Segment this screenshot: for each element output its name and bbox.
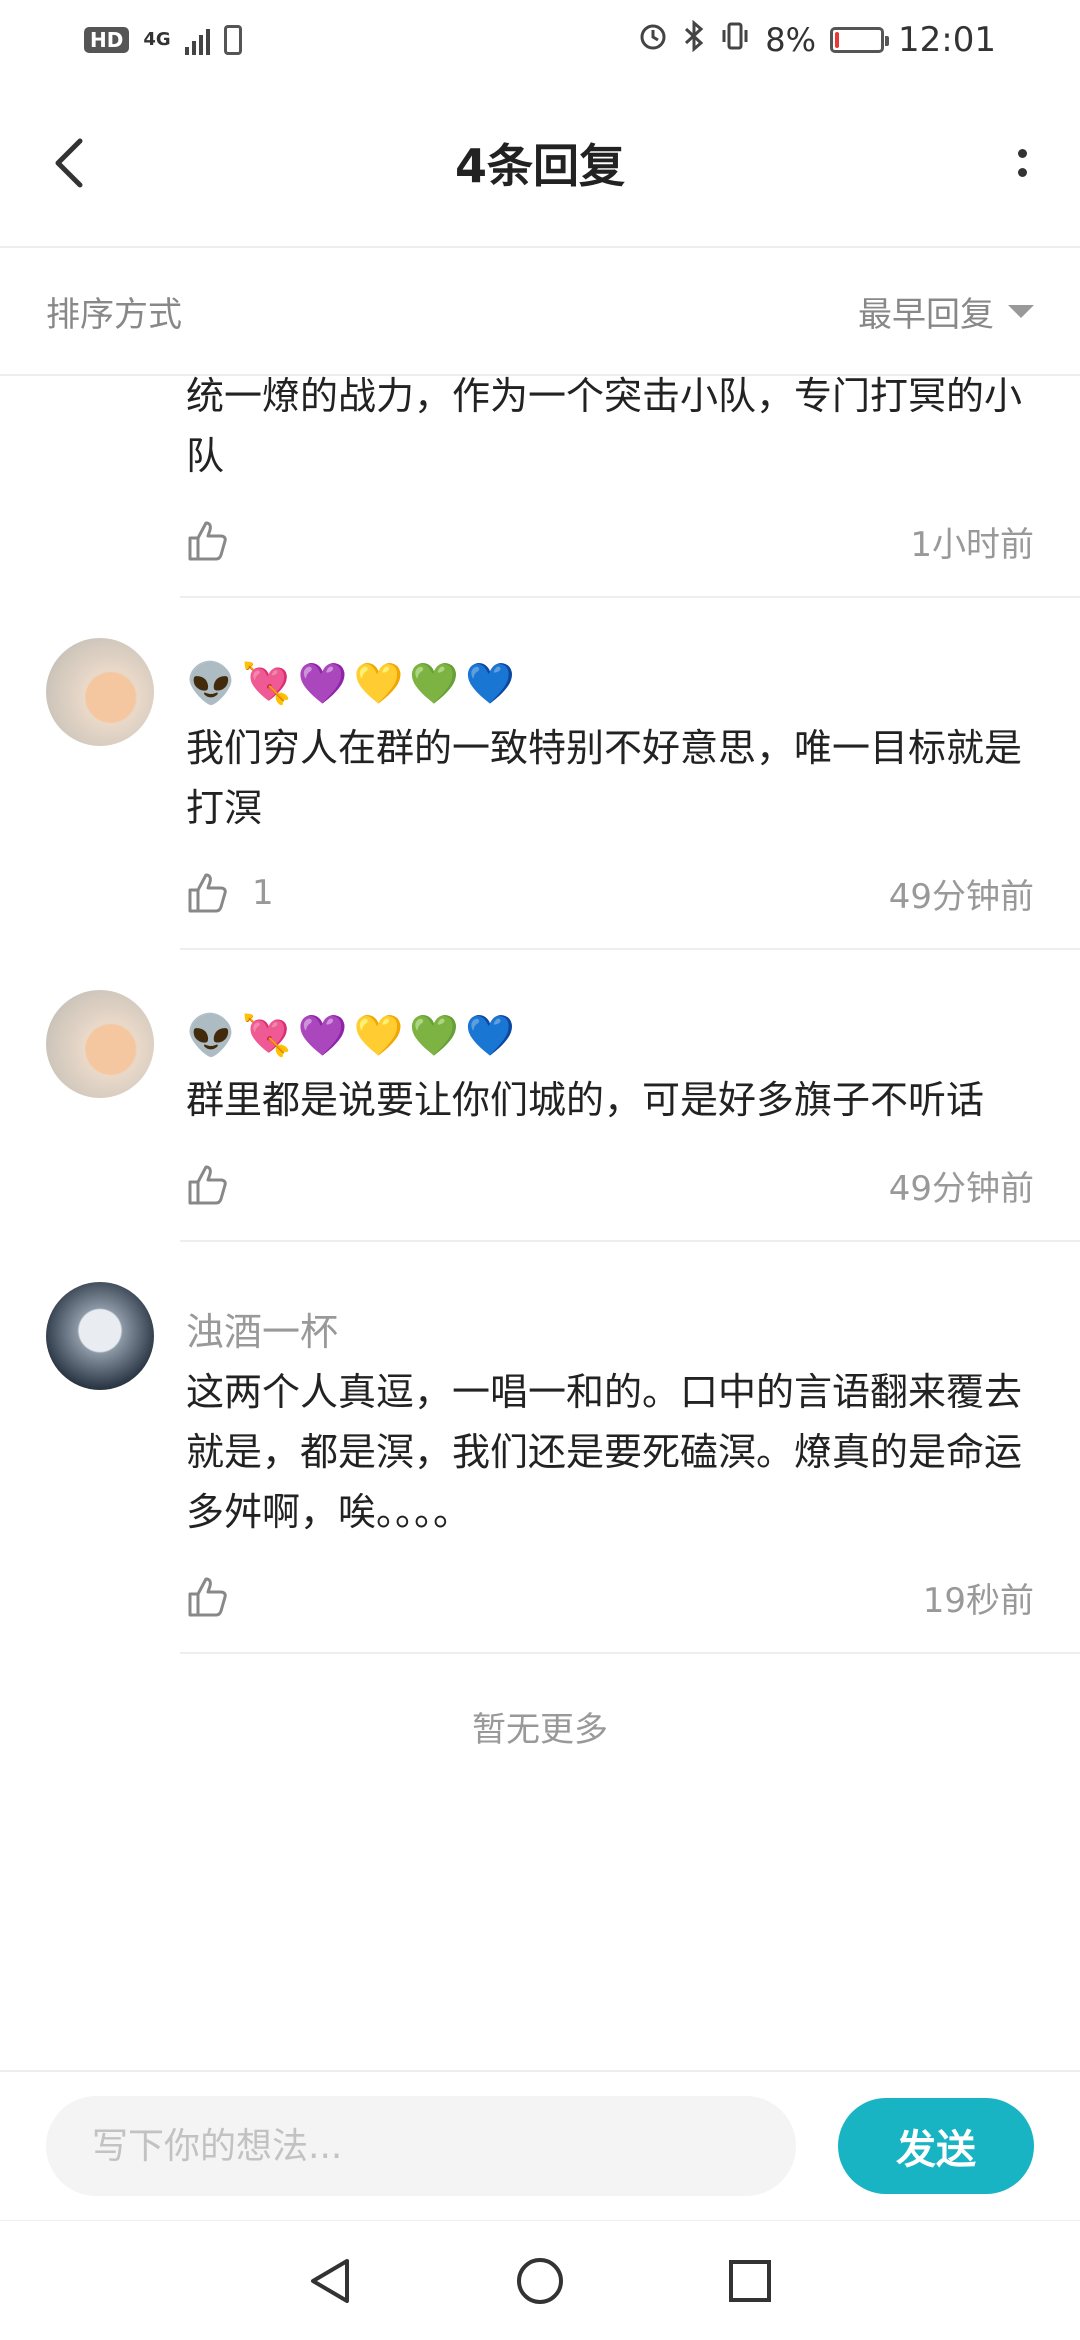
- avatar[interactable]: [46, 990, 154, 1098]
- comment-meta: 1 49分钟前: [186, 838, 1034, 948]
- emoji: 👽: [186, 661, 236, 707]
- comment-time: 19秒前: [922, 1580, 1034, 1621]
- like-button[interactable]: [186, 1163, 252, 1207]
- comment-meta: 49分钟前: [186, 1130, 1034, 1240]
- nav-back-button[interactable]: [300, 2251, 360, 2311]
- emoji: 💚: [409, 661, 460, 707]
- emoji: 💚: [409, 1013, 460, 1059]
- caret-down-icon: [1008, 304, 1034, 318]
- emoji: 💙: [465, 661, 515, 707]
- emoji: 💙: [465, 1013, 515, 1059]
- network-type: 4G: [143, 29, 171, 50]
- comment-text: 群里都是说要让你们城的，可是好多旗子不听话: [186, 1078, 985, 1122]
- avatar[interactable]: [46, 1282, 154, 1390]
- comment-time: 49分钟前: [888, 1168, 1034, 1209]
- signal-icon: [184, 25, 210, 55]
- battery-icon: [830, 27, 890, 53]
- status-bar: HD 4G 8% 12:01: [0, 0, 1080, 80]
- sort-dropdown[interactable]: 最早回复: [858, 287, 1034, 336]
- page-title: 4条回复: [454, 139, 625, 193]
- emoji: 💘: [241, 1013, 292, 1059]
- username[interactable]: 浊酒一杯: [186, 1300, 1034, 1356]
- comment-time: 49分钟前: [888, 876, 1034, 917]
- comment-item: 👽 💘 💜 💛 💚 💙 群里都是说要让你们城的，可是好多旗子不听话 49分钟前: [0, 950, 1080, 1240]
- vibrate-icon: [719, 20, 751, 60]
- comment-time: 1小时前: [910, 524, 1034, 565]
- username-emoji[interactable]: 👽 💘 💜 💛 💚 💙: [186, 656, 1034, 712]
- bluetooth-icon: [683, 19, 705, 60]
- comment-item: 👽 💘 💜 💛 💚 💙 我们穷人在群的一致特别不好意思，唯一目标就是打溟 1 4…: [0, 598, 1080, 948]
- avatar[interactable]: [46, 638, 154, 746]
- nav-home-button[interactable]: [510, 2251, 570, 2311]
- status-right: 8% 12:01: [637, 19, 996, 60]
- comment-meta: 1小时前: [186, 486, 1034, 596]
- comment-input-bar: 发送: [0, 2070, 1080, 2220]
- comment-item: 统一燎的战力，作为一个突击小队，专门打冥的小队 1小时前: [0, 366, 1080, 596]
- sim-icon: [223, 25, 242, 55]
- emoji: 💘: [241, 661, 292, 707]
- comment-item: 浊酒一杯 这两个人真逗，一唱一和的。口中的言语翻来覆去就是，都是溟，我们还是要死…: [0, 1242, 1080, 1652]
- divider: [180, 1652, 1080, 1654]
- thumbs-up-icon: [188, 1165, 227, 1205]
- battery-percent: 8%: [765, 21, 817, 59]
- emoji: 💛: [353, 661, 404, 707]
- comment-list: 统一燎的战力，作为一个突击小队，专门打冥的小队 1小时前 👽 💘 💜 💛 💚 💙…: [0, 374, 1080, 1751]
- emoji: 💛: [353, 1013, 404, 1059]
- send-button[interactable]: 发送: [838, 2098, 1034, 2194]
- nav-recent-button[interactable]: [720, 2251, 780, 2311]
- battery-fill: [835, 32, 839, 48]
- header: 4条回复: [0, 80, 1080, 248]
- status-left: HD 4G: [84, 25, 242, 55]
- alarm-icon: [637, 20, 669, 60]
- like-count: 1: [252, 873, 274, 913]
- back-button[interactable]: [44, 133, 92, 193]
- emoji: 💜: [297, 1013, 348, 1059]
- comment-input[interactable]: [46, 2096, 796, 2196]
- sort-bar: 排序方式 最早回复: [0, 248, 1080, 376]
- circle-home-icon: [517, 2257, 563, 2304]
- thumbs-up-icon: [188, 521, 227, 561]
- clock: 12:01: [898, 20, 996, 60]
- system-nav-bar: [0, 2220, 1080, 2340]
- chevron-left-icon: [55, 138, 83, 188]
- sort-value: 最早回复: [858, 294, 994, 335]
- comment-meta: 19秒前: [186, 1542, 1034, 1652]
- square-recent-icon: [729, 2259, 771, 2302]
- username-emoji[interactable]: 👽 💘 💜 💛 💚 💙: [186, 1008, 1034, 1064]
- hd-badge: HD: [84, 27, 130, 53]
- comment-text: 统一燎的战力，作为一个突击小队，专门打冥的小队: [186, 374, 1023, 478]
- like-button[interactable]: [186, 519, 252, 563]
- emoji: 💜: [297, 661, 348, 707]
- like-button[interactable]: [186, 1575, 252, 1619]
- thumbs-up-icon: [188, 873, 227, 913]
- triangle-back-icon: [311, 2258, 349, 2303]
- comment-text: 这两个人真逗，一唱一和的。口中的言语翻来覆去就是，都是溟，我们还是要死磕溟。燎真…: [186, 1370, 1023, 1534]
- emoji: 👽: [186, 1013, 236, 1059]
- thumbs-up-icon: [188, 1577, 227, 1617]
- sort-label: 排序方式: [46, 294, 182, 335]
- like-button[interactable]: 1: [186, 871, 274, 915]
- more-button[interactable]: [1002, 133, 1042, 193]
- comment-text: 我们穷人在群的一致特别不好意思，唯一目标就是打溟: [186, 726, 1023, 830]
- more-vertical-icon: [1017, 149, 1027, 177]
- no-more-text: 暂无更多: [472, 1710, 608, 1750]
